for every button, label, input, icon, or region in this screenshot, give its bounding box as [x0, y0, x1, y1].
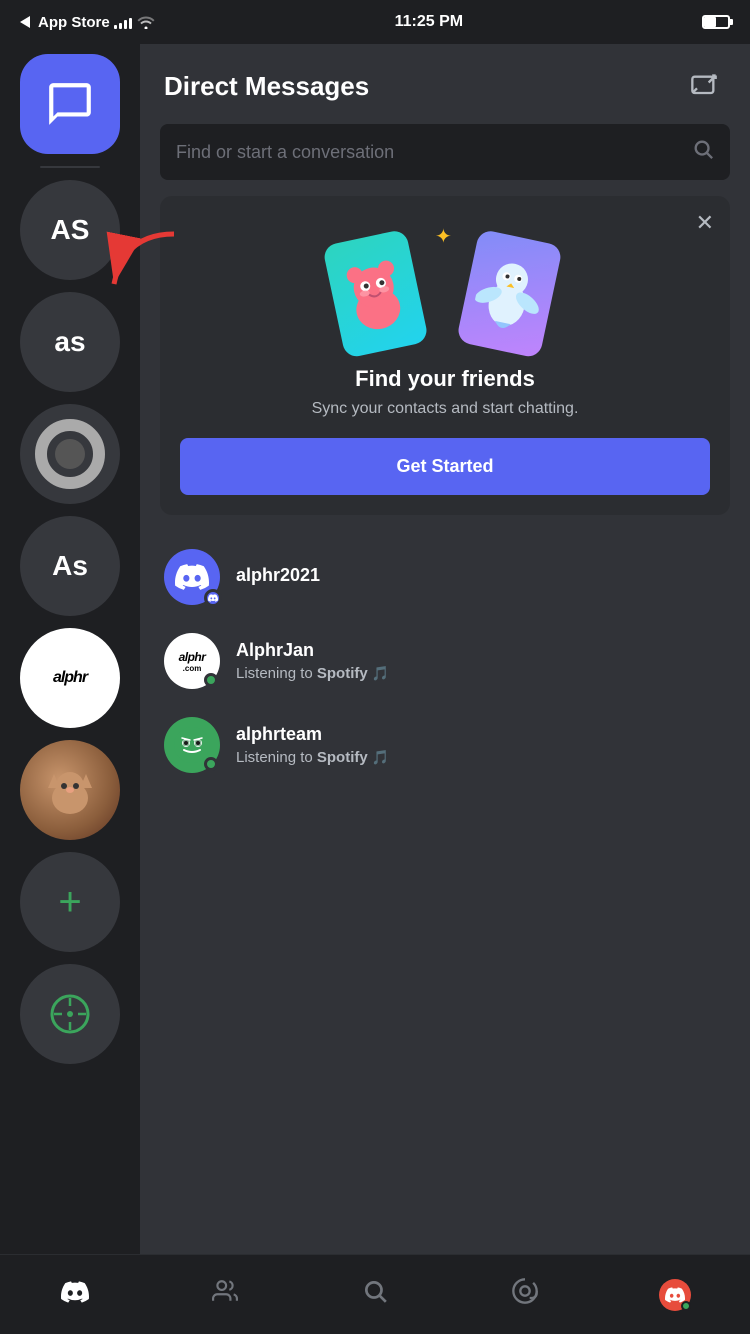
conversation-item-alphrteam[interactable]: alphrteam Listening to Spotify 🎵 [150, 703, 740, 787]
conv-name-alphr2021: alphr2021 [236, 565, 726, 586]
back-arrow-icon [20, 16, 30, 28]
sidebar-server-as-cap[interactable]: As [20, 516, 120, 616]
sparkle-icon: ✦ [435, 224, 452, 249]
server-label-as-lower: as [54, 326, 85, 358]
avatar-wrap-alphrjan: alphr.com [164, 633, 220, 689]
find-friends-title: Find your friends [180, 366, 710, 392]
conv-name-alphrteam: alphrteam [236, 724, 726, 745]
nav-item-search[interactable] [335, 1265, 415, 1325]
conversations-list: alphr2021 alphr.com AlphrJan Listening t… [140, 535, 750, 1254]
profile-status-dot [681, 1301, 691, 1311]
wifi-icon [136, 15, 156, 29]
conv-info-alphrjan: AlphrJan Listening to Spotify 🎵 [236, 640, 726, 682]
sidebar-server-as-upper[interactable]: AS [20, 180, 120, 280]
discord-avatar-icon [175, 564, 209, 590]
search-icon [692, 138, 714, 166]
find-friends-card: ✕ ✦ [160, 196, 730, 515]
note-icon-2: 🎵 [372, 749, 389, 766]
new-dm-icon [690, 72, 718, 100]
cat-photo [20, 740, 120, 840]
discord-badge [204, 589, 222, 607]
alphrteam-avatar-icon [174, 727, 210, 763]
phone-card-right [456, 229, 563, 359]
dm-title: Direct Messages [164, 71, 369, 102]
conversation-item-alphr2021[interactable]: alphr2021 [150, 535, 740, 619]
note-icon: 🎵 [372, 665, 389, 682]
battery-fill [704, 17, 716, 27]
home-icon [61, 1279, 89, 1310]
battery-area [702, 15, 730, 29]
discord-nav-icon [61, 1281, 89, 1303]
nav-item-profile[interactable] [635, 1265, 715, 1325]
profile-avatar-wrap [659, 1279, 691, 1311]
nav-item-friends[interactable] [185, 1265, 265, 1325]
add-icon: + [58, 880, 81, 925]
status-bar: App Store 11:25 PM [0, 0, 750, 44]
new-dm-button[interactable] [682, 64, 726, 108]
sidebar-dm-button[interactable] [20, 54, 120, 154]
bird-creature [468, 243, 550, 345]
sidebar-server-as-lower[interactable]: as [20, 292, 120, 392]
conv-name-alphrjan: AlphrJan [236, 640, 726, 661]
search-bar[interactable]: Find or start a conversation [160, 124, 730, 180]
dm-header: Direct Messages [140, 44, 750, 124]
avatar-wrap-alphrteam [164, 717, 220, 773]
conversation-item-alphrjan[interactable]: alphr.com AlphrJan Listening to Spotify … [150, 619, 740, 703]
signal-bars [114, 15, 132, 29]
content-area: Direct Messages Find or start a conversa… [140, 44, 750, 1254]
sidebar-server-alphr[interactable]: alphr [20, 628, 120, 728]
find-friends-subtitle: Sync your contacts and start chatting. [180, 400, 710, 418]
sidebar: AS as As alphr [0, 44, 140, 1254]
search-placeholder: Find or start a conversation [176, 142, 394, 163]
friends-icon [210, 1278, 240, 1311]
find-friends-illustration: ✦ [180, 220, 710, 350]
status-dot-alphrteam [204, 757, 218, 771]
ring-inner [55, 439, 85, 469]
status-dot-alphrjan [204, 673, 218, 687]
server-label-alphr: alphr [53, 669, 87, 687]
carrier-signal: App Store [20, 14, 156, 31]
message-icon [45, 79, 95, 129]
conv-status-alphrjan: Listening to Spotify 🎵 [236, 665, 726, 682]
alphr-avatar-text: alphr.com [179, 650, 206, 673]
carrier-name: App Store [38, 14, 110, 31]
nav-item-mentions[interactable] [485, 1265, 565, 1325]
discover-icon [50, 994, 90, 1034]
ring-graphic [35, 419, 105, 489]
conv-info-alphr2021: alphr2021 [236, 565, 726, 590]
search-nav-icon [362, 1278, 388, 1311]
conv-info-alphrteam: alphrteam Listening to Spotify 🎵 [236, 724, 726, 766]
conv-status-alphrteam: Listening to Spotify 🎵 [236, 749, 726, 766]
discover-button[interactable] [20, 964, 120, 1064]
add-server-button[interactable]: + [20, 852, 120, 952]
cat-silhouette [40, 760, 100, 820]
avatar-wrap-alphr2021 [164, 549, 220, 605]
profile-discord-icon [665, 1287, 685, 1303]
profile-icon [659, 1279, 691, 1311]
battery-icon [702, 15, 730, 29]
mentions-icon [511, 1277, 539, 1312]
sidebar-divider [40, 166, 100, 168]
main-layout: AS as As alphr [0, 44, 750, 1254]
phone-card-left [322, 229, 429, 359]
server-label-as-upper: AS [51, 214, 90, 246]
nav-item-home[interactable] [35, 1265, 115, 1325]
pink-creature [334, 243, 416, 345]
discord-badge-icon [208, 594, 218, 602]
server-label-as-cap: As [52, 550, 88, 582]
get-started-button[interactable]: Get Started [180, 438, 710, 495]
sidebar-server-ring[interactable] [20, 404, 120, 504]
status-time: 11:25 PM [395, 13, 463, 31]
sidebar-server-cat[interactable] [20, 740, 120, 840]
bottom-nav [0, 1254, 750, 1334]
